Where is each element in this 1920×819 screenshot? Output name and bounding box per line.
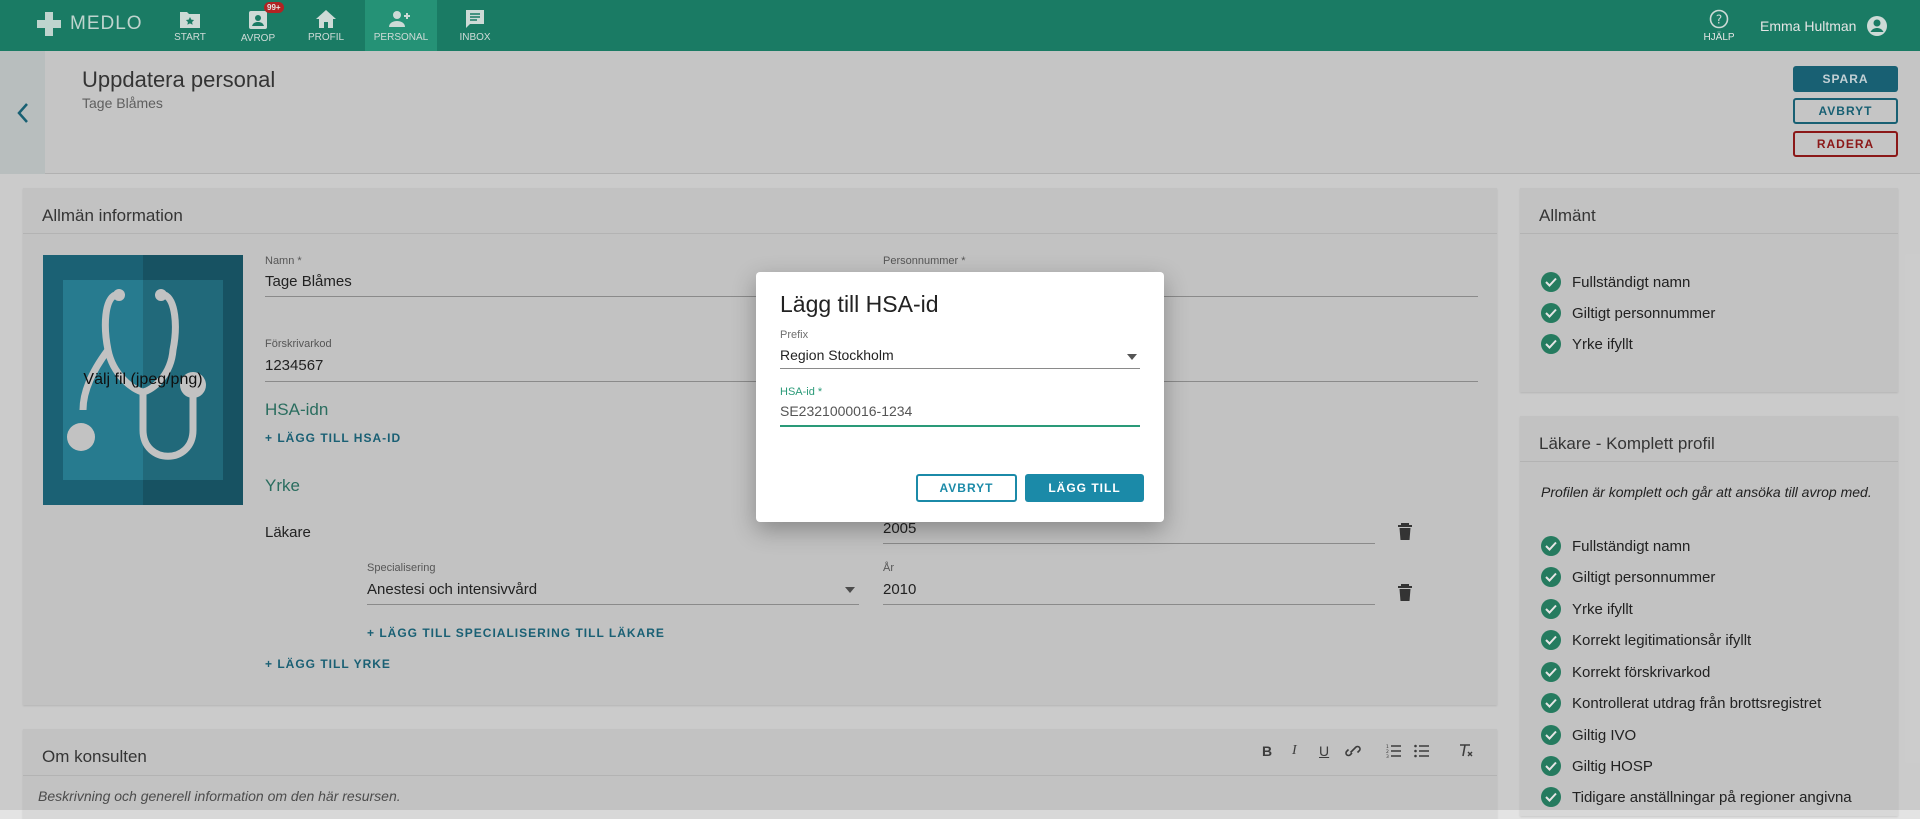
prefix-underline [780,368,1140,369]
hsa-id-input[interactable]: SE2321000016-1234 [780,403,912,419]
prefix-select[interactable]: Region Stockholm [780,347,894,363]
prefix-label: Prefix [780,329,809,341]
dialog-add-button[interactable]: LÄGG TILL [1025,474,1144,502]
dialog-title: Lägg till HSA-id [780,291,939,317]
add-hsa-dialog: Lägg till HSA-id Prefix Region Stockholm… [756,272,1164,522]
dialog-cancel-button[interactable]: AVBRYT [916,474,1017,502]
hsa-id-label: HSA-id * [780,386,823,398]
hsa-id-underline [780,425,1140,427]
prefix-dropdown-icon[interactable] [1127,354,1137,360]
